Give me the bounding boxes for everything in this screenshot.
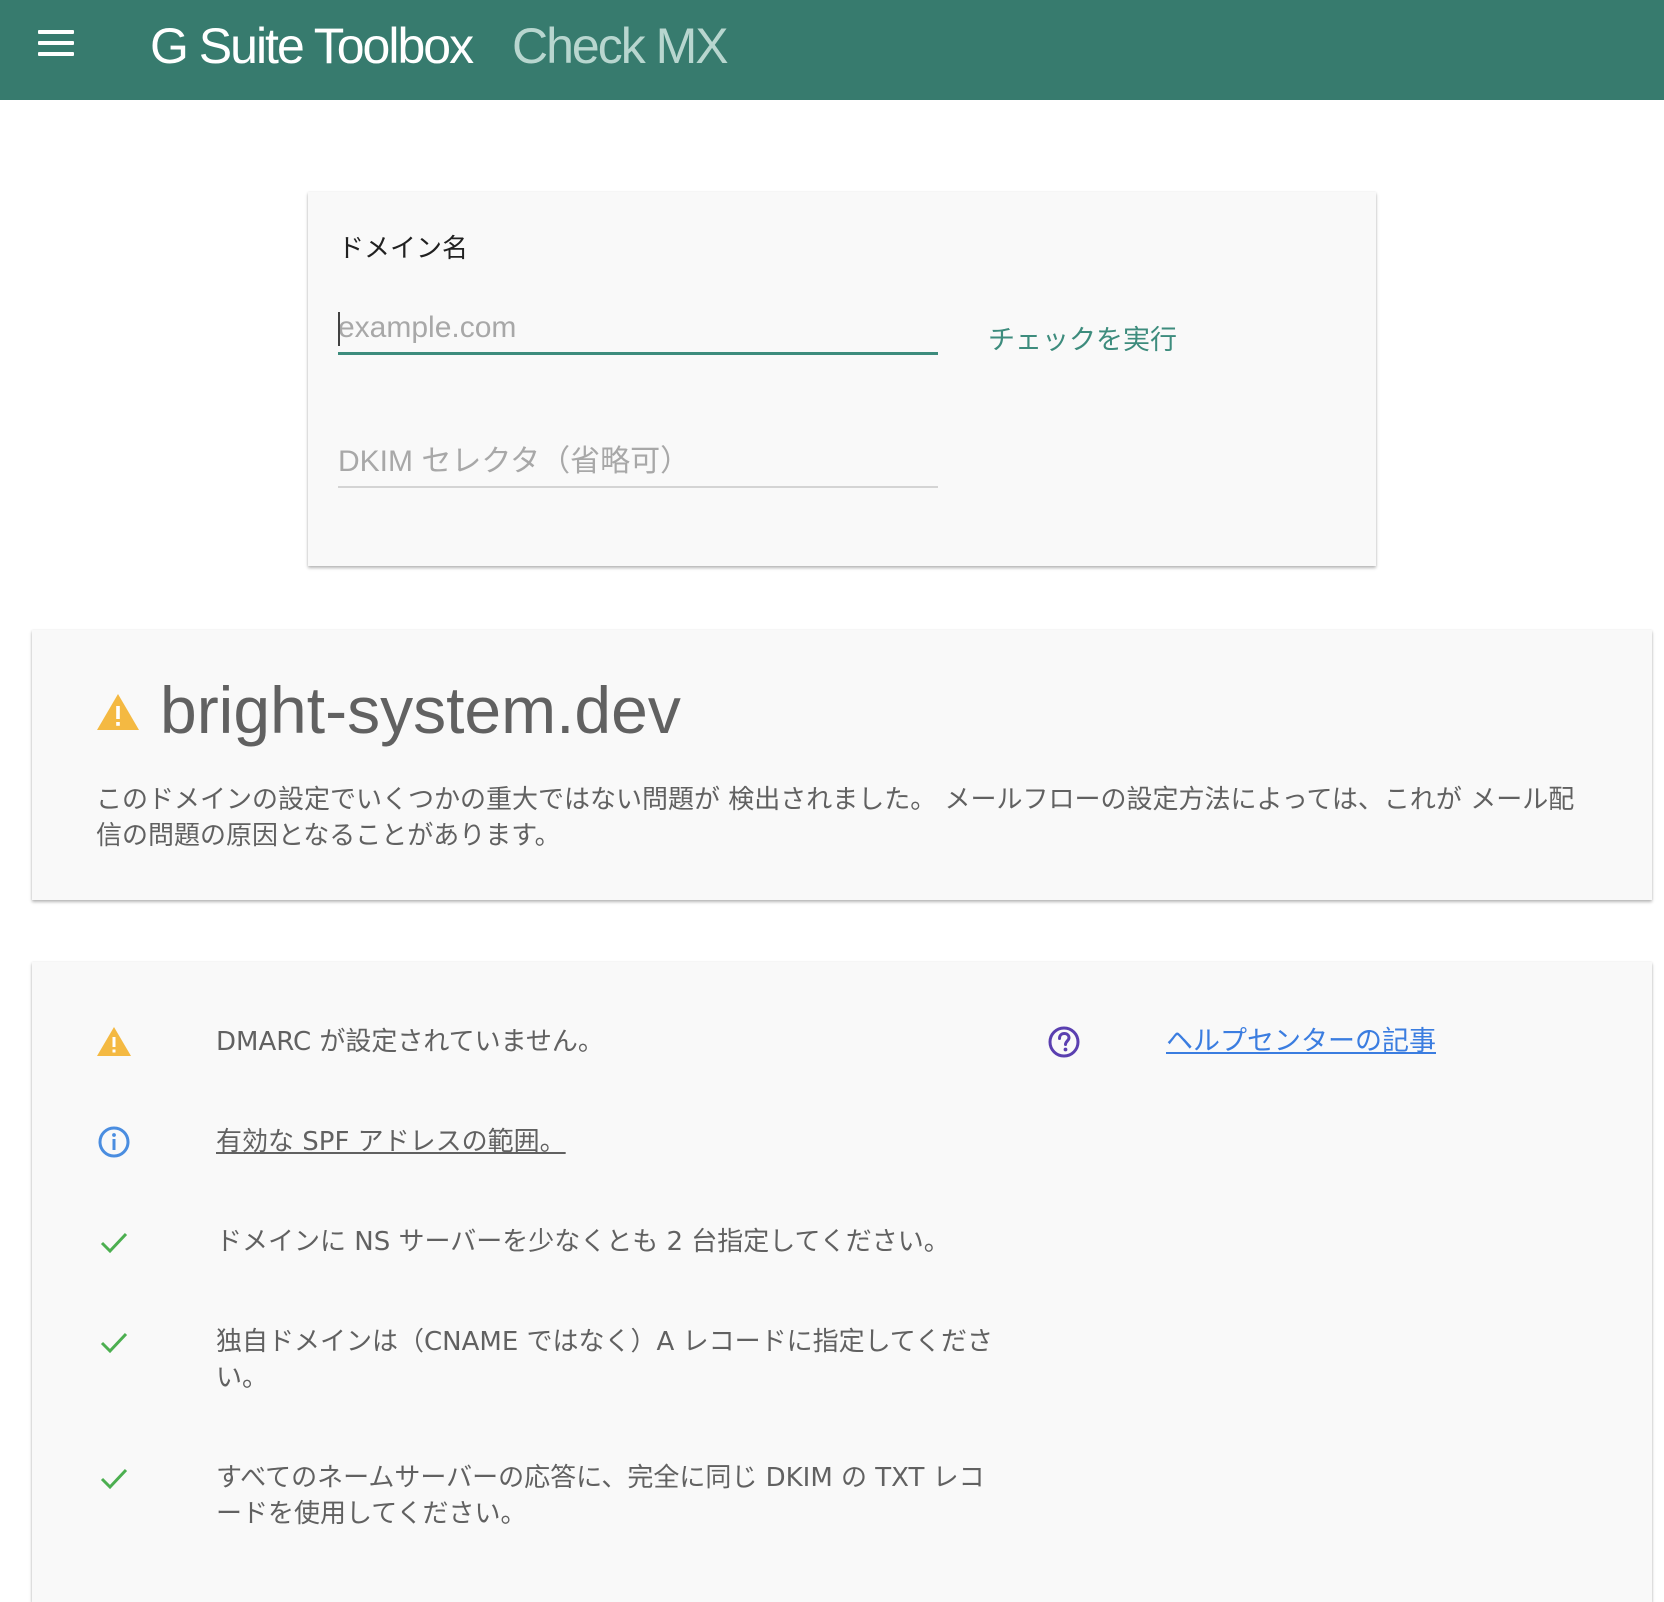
result-message: DMARC が設定されていません。: [216, 1027, 604, 1057]
dkim-selector-field[interactable]: [338, 442, 938, 488]
warning-icon: [97, 1027, 131, 1056]
help-circle-icon[interactable]: [1046, 1024, 1082, 1060]
domain-input[interactable]: [338, 308, 938, 348]
domain-label: ドメイン名: [338, 234, 469, 264]
app-title: G Suite Toolbox: [150, 18, 474, 74]
menu-icon[interactable]: [30, 24, 82, 66]
summary-card: bright-system.dev このドメインの設定でいくつかの重大ではない問…: [32, 630, 1652, 900]
check-icon: [100, 1332, 128, 1354]
dkim-selector-input[interactable]: [338, 442, 938, 482]
app-subtitle: Check MX: [512, 18, 729, 74]
domain-field[interactable]: [338, 308, 938, 355]
warning-icon: [97, 694, 139, 730]
summary-message: このドメインの設定でいくつかの重大ではない問題が 検出されました。 メールフロー…: [96, 785, 1575, 851]
domain-form-card: ドメイン名 チェックを実行: [308, 192, 1376, 566]
text-caret: [338, 312, 340, 346]
result-message: すべてのネームサーバーの応答に、完全に同じ DKIM の TXT レコードを使用…: [216, 1463, 985, 1529]
result-message: ドメインに NS サーバーを少なくとも 2 台指定してください。: [216, 1227, 950, 1257]
results-card: DMARC が設定されていません。 ヘルプセンターの記事 有効な SPF アドレ…: [32, 962, 1652, 1602]
checked-domain-title: bright-system.dev: [160, 673, 681, 747]
app-header: G Suite Toolbox Check MX: [0, 0, 1664, 100]
result-message-link[interactable]: 有効な SPF アドレスの範囲。: [216, 1124, 1016, 1160]
check-icon: [100, 1468, 128, 1490]
check-icon: [100, 1232, 128, 1254]
info-icon: [98, 1126, 130, 1158]
run-check-button[interactable]: チェックを実行: [988, 318, 1177, 357]
help-center-link[interactable]: ヘルプセンターの記事: [1166, 1024, 1436, 1060]
result-message: 独自ドメインは（CNAME ではなく）A レコードに指定してください。: [216, 1327, 994, 1393]
